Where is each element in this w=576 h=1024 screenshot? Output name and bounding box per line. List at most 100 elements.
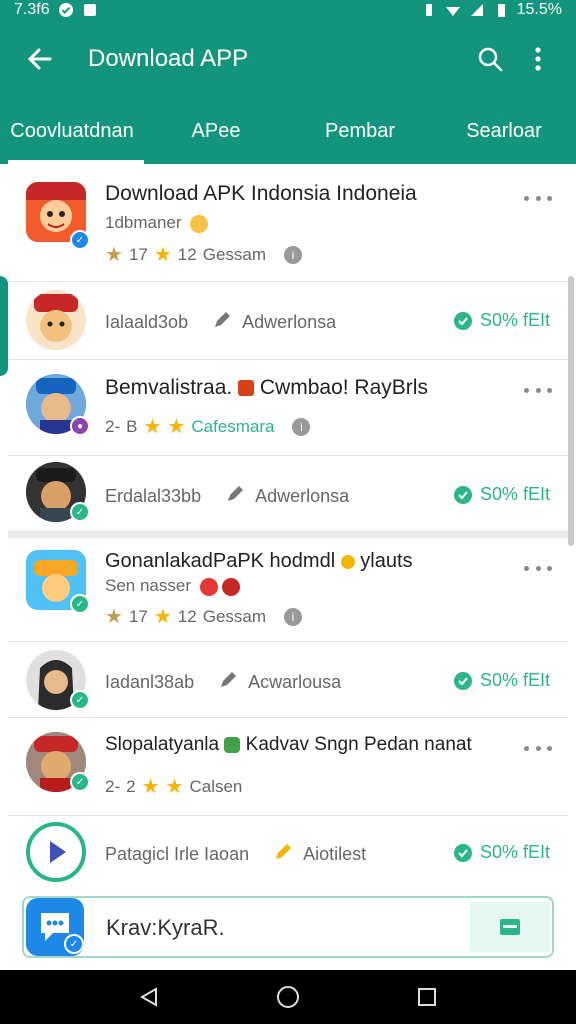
check-circle-icon [58, 2, 74, 18]
app-badge-icon [224, 736, 241, 753]
sun-icon [340, 554, 355, 569]
bottom-action-button[interactable] [470, 902, 550, 952]
list-item[interactable]: ✓ Download APK Indonsia Indoneia 1dbmane… [8, 168, 568, 282]
check-icon [453, 843, 472, 862]
item-reviews: 12 [177, 606, 197, 626]
more-vert-icon [535, 47, 541, 71]
item-subtitle-text: 1dbmaner [105, 213, 182, 232]
badge-icon: ● [70, 416, 90, 436]
star-icon: ★ [153, 244, 172, 266]
item-meta-label: Cafesmara [191, 416, 275, 436]
verified-badge-icon: ✓ [70, 772, 90, 792]
battery-percent: 15.5% [516, 1, 562, 18]
item-subtitle: Sen nasser [105, 576, 241, 596]
info-icon[interactable]: i [292, 417, 311, 436]
signal-icon [469, 2, 485, 18]
item-meta-label: Calsen [189, 776, 243, 796]
page-title: Download APP [88, 45, 249, 72]
item-meta: ★ 17 ★ 12 Gessam i [105, 242, 303, 267]
item-title-text: GonanlakadPaPK hodmdl [105, 550, 336, 572]
verified-badge-icon: ✓ [64, 934, 84, 954]
scrollbar[interactable] [568, 276, 574, 546]
status-text: S0% fEIt [479, 484, 550, 504]
item-meta: 2- 2 ★ ★ Calsen [105, 774, 242, 799]
side-handle [0, 276, 8, 376]
list-item[interactable]: Ialaald3ob Adwerlonsa S0% fEIt [8, 282, 568, 360]
status-text: S0% fEIt [479, 310, 550, 330]
tab-3[interactable]: Pembar [288, 98, 432, 164]
more-options-button[interactable] [524, 558, 552, 578]
item-secondary-text: Erdalal33bb [105, 486, 202, 506]
item-action-label: Acwarlousa [248, 672, 342, 692]
item-title-text: Slopalatyanla [105, 734, 220, 755]
tab-4[interactable]: Searloar [432, 98, 576, 164]
search-button[interactable] [466, 35, 514, 83]
item-action-label: Aiotilest [303, 844, 367, 864]
overflow-menu-button[interactable] [514, 35, 562, 83]
keyboard-icon [500, 919, 520, 935]
tag-icon [222, 577, 241, 596]
item-title-text: Bemvalistraa. [105, 376, 233, 399]
list-item[interactable]: ✓ GonanlakadPaPK hodmdl ylauts Sen nasse… [8, 538, 568, 642]
item-count: 2- [105, 776, 121, 796]
info-icon[interactable]: i [284, 245, 303, 264]
item-title-text-b: Cwmbao! RayBrls [259, 376, 428, 399]
verified-badge-icon: ✓ [70, 502, 90, 522]
status-ok[interactable]: S0% fEIt [453, 310, 550, 331]
star-icon: ★ [141, 776, 160, 798]
info-icon[interactable]: i [284, 607, 303, 626]
tab-bar: Coovluatdnan APee Pembar Searloar [0, 98, 576, 164]
pencil-icon [212, 310, 232, 335]
nav-recents-button[interactable] [407, 977, 447, 1017]
tag-icon [199, 577, 218, 596]
nav-back-button[interactable] [129, 977, 169, 1017]
list-item[interactable]: ✓ Erdalal33bb Adwerlonsa S0% fEIt [8, 456, 568, 532]
status-ok[interactable]: S0% fEIt [453, 484, 550, 505]
item-count-b: B [126, 416, 138, 436]
item-meta: 2- B ★ ★ Cafesmara i [105, 414, 311, 439]
list-item[interactable]: ✓ Iadanl38ab Acwarlousa S0% fEIt [8, 642, 568, 718]
more-options-button[interactable] [524, 738, 552, 758]
emoji-icon [190, 214, 209, 233]
app-list: ✓ Download APK Indonsia Indoneia 1dbmane… [8, 168, 568, 968]
status-ok[interactable]: S0% fEIt [453, 670, 550, 691]
item-reviews: 12 [177, 244, 197, 264]
item-title: Bemvalistraa. Cwmbao! RayBrls [105, 376, 428, 400]
search-icon [478, 47, 503, 72]
star-icon: ★ [167, 416, 186, 438]
more-options-button[interactable] [524, 380, 552, 400]
item-action-label: Adwerlonsa [255, 486, 350, 506]
item-title: Download APK Indonsia Indoneia [105, 182, 417, 205]
item-rating: 17 [128, 606, 148, 626]
status-text: S0% fEIt [479, 670, 550, 690]
tab-2[interactable]: APee [144, 98, 288, 164]
recents-square-icon [417, 988, 436, 1006]
play-icon [34, 830, 78, 874]
item-count-b: 2 [126, 776, 136, 796]
list-item[interactable]: ● Bemvalistraa. Cwmbao! RayBrls 2- B ★ ★… [8, 360, 568, 456]
star-icon: ★ [165, 776, 184, 798]
status-ok[interactable]: S0% fEIt [453, 842, 550, 863]
item-secondary-text: Ialaald3ob [105, 312, 189, 332]
item-title: Slopalatyanla Kadvav Sngn Pedan nanat [105, 734, 472, 756]
star-icon: ★ [105, 606, 123, 628]
character-icon [26, 290, 86, 350]
app-icon [26, 822, 86, 882]
item-title-text-b: Kadvav Sngn Pedan nanat [245, 734, 472, 755]
list-item[interactable]: ✓ Slopalatyanla Kadvav Sngn Pedan nanat … [8, 718, 568, 816]
bottom-input-bar[interactable]: Krav:KyraR. [22, 896, 554, 958]
list-item[interactable]: Patagicl Irle Iaoan Aiotilest S0% fEIt [8, 816, 568, 890]
item-action-label: Adwerlonsa [242, 312, 337, 332]
bottom-input-label: Krav:KyraR. [106, 915, 225, 940]
battery-icon [493, 2, 509, 18]
back-button[interactable] [14, 33, 66, 85]
more-options-button[interactable] [524, 188, 552, 208]
tab-1[interactable]: Coovluatdnan [0, 98, 144, 164]
wifi-icon [445, 2, 461, 18]
item-secondary: Ialaald3ob Adwerlonsa [105, 310, 336, 335]
item-secondary: Patagicl Irle Iaoan Aiotilest [105, 842, 366, 867]
check-icon [453, 485, 472, 504]
nav-home-button[interactable] [268, 977, 308, 1017]
app-bar: Download APP [0, 20, 576, 98]
gift-icon [238, 380, 255, 397]
